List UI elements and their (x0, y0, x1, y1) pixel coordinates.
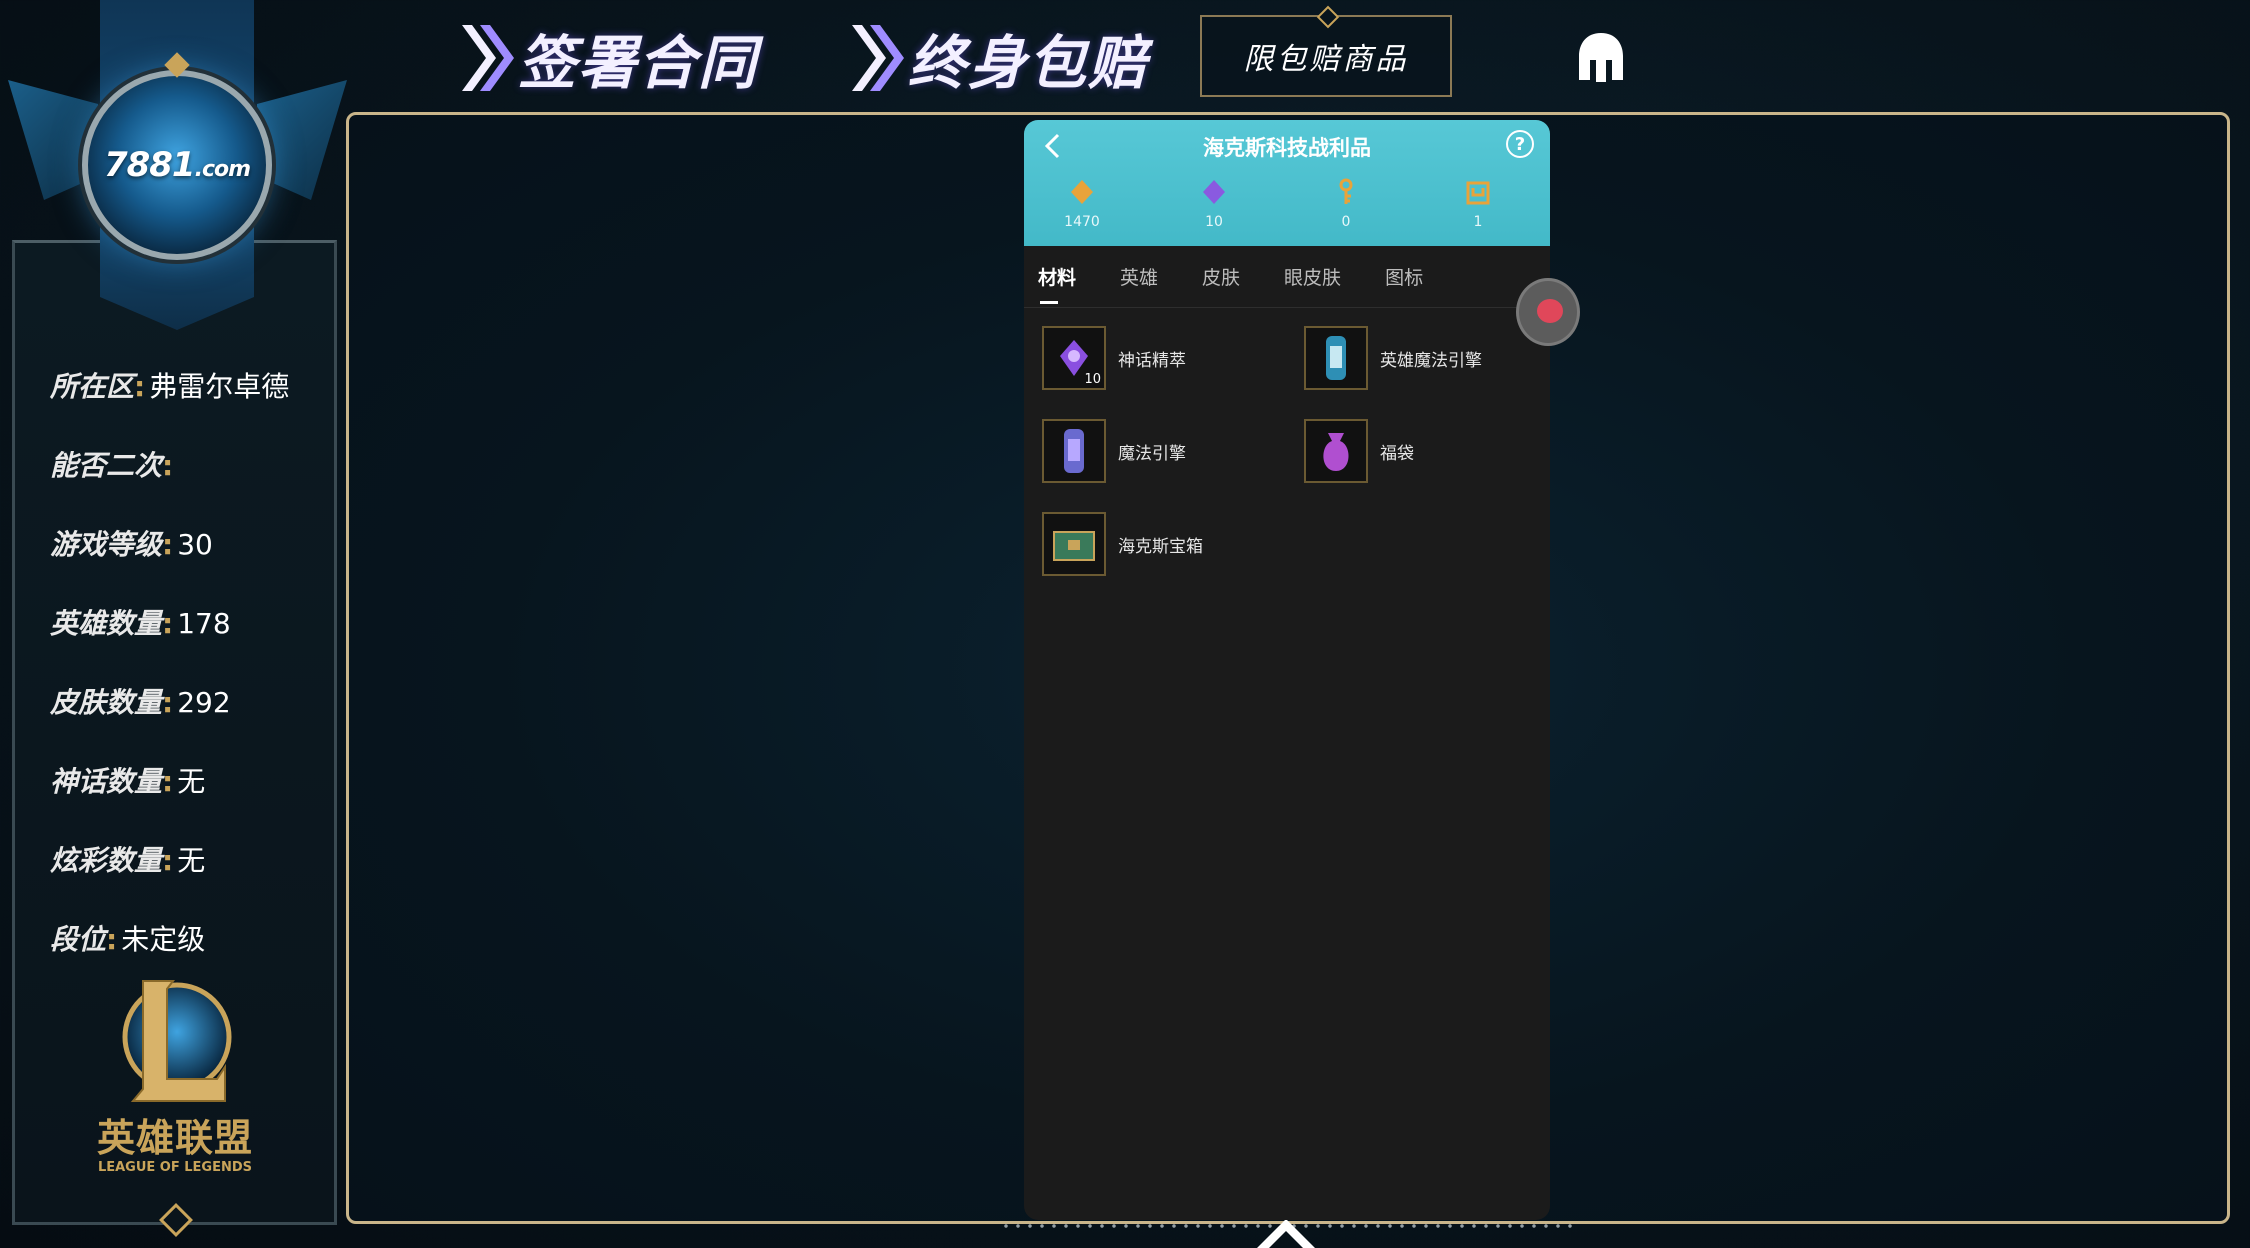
info-rank: 段位: 未定级 (50, 923, 206, 956)
loot-item-grid: 10 神话精萃 英雄魔法引擎 魔法引擎 福袋 海克斯宝箱 (1024, 308, 1550, 576)
tab-skins[interactable]: 皮肤 (1202, 263, 1240, 290)
info-mythic-count: 神话数量: 无 (50, 765, 206, 798)
tab-ward-skins[interactable]: 眼皮肤 (1284, 263, 1341, 290)
champion-engine-icon (1304, 326, 1368, 390)
loot-item[interactable]: 10 神话精萃 (1042, 326, 1186, 390)
header-contract-text: 签署合同 (518, 29, 759, 97)
lol-logo: 英雄联盟 LEAGUE OF LEGENDS (80, 975, 270, 1185)
hextech-chest-icon (1042, 512, 1106, 576)
header-guarantee-text: 终身包赔 (908, 29, 1149, 97)
currency-purple-essence: 10 (1174, 178, 1254, 230)
mythic-essence-icon: 10 (1042, 326, 1106, 390)
limited-guarantee-badge: 限包赔商品 (1200, 15, 1452, 97)
magic-engine-icon (1042, 419, 1106, 483)
tab-materials[interactable]: 材料 (1038, 263, 1076, 304)
currency-chests: 1 (1438, 178, 1518, 230)
loot-item[interactable]: 魔法引擎 (1042, 419, 1186, 483)
tab-champions[interactable]: 英雄 (1120, 263, 1158, 290)
hextech-loot-screen: 海克斯科技战利品 ? 1470 10 0 1 材料 英雄 皮肤 眼皮肤 图标 1… (1024, 120, 1550, 1220)
key-icon (1339, 178, 1353, 204)
info-level: 游戏等级: 30 (50, 528, 213, 561)
helmet-icon[interactable] (1576, 30, 1626, 85)
info-champion-count: 英雄数量: 178 (50, 607, 231, 640)
loot-item[interactable]: 福袋 (1304, 419, 1414, 483)
purple-essence-icon (1203, 180, 1225, 204)
chest-icon (1466, 181, 1490, 205)
loot-tabs: 材料 英雄 皮肤 眼皮肤 图标 (1024, 246, 1550, 308)
loot-header: 海克斯科技战利品 ? 1470 10 0 1 (1024, 120, 1550, 246)
site-logo-text: 7881.com (103, 145, 251, 185)
header-guarantee: 终身包赔 (848, 18, 1148, 98)
double-chevron-icon (462, 25, 514, 91)
logo-wing-right (257, 80, 347, 200)
lol-logo-en: LEAGUE OF LEGENDS (97, 1160, 253, 1175)
info-resellable: 能否二次: (50, 449, 174, 482)
currency-keys: 0 (1306, 178, 1386, 230)
info-region: 所在区: 弗雷尔卓德 (50, 370, 290, 403)
info-chroma-count: 炫彩数量: 无 (50, 844, 206, 877)
chat-bubble-icon[interactable] (1516, 278, 1580, 346)
orange-essence-icon (1071, 180, 1093, 204)
loot-item[interactable]: 英雄魔法引擎 (1304, 326, 1482, 390)
site-logo: 7881.com (82, 70, 272, 260)
currency-orange-essence: 1470 (1042, 178, 1122, 230)
tab-icons[interactable]: 图标 (1385, 263, 1423, 290)
lol-logo-cn: 英雄联盟 (96, 1116, 253, 1160)
info-skin-count: 皮肤数量: 292 (50, 686, 231, 719)
help-icon[interactable]: ? (1506, 130, 1534, 158)
loot-item[interactable]: 海克斯宝箱 (1042, 512, 1203, 576)
lol-l-emblem-icon (122, 980, 232, 1102)
double-chevron-icon (852, 25, 904, 91)
header-contract: 签署合同 (458, 18, 758, 98)
loot-title: 海克斯科技战利品 (1203, 136, 1371, 160)
lucky-bag-icon (1304, 419, 1368, 483)
